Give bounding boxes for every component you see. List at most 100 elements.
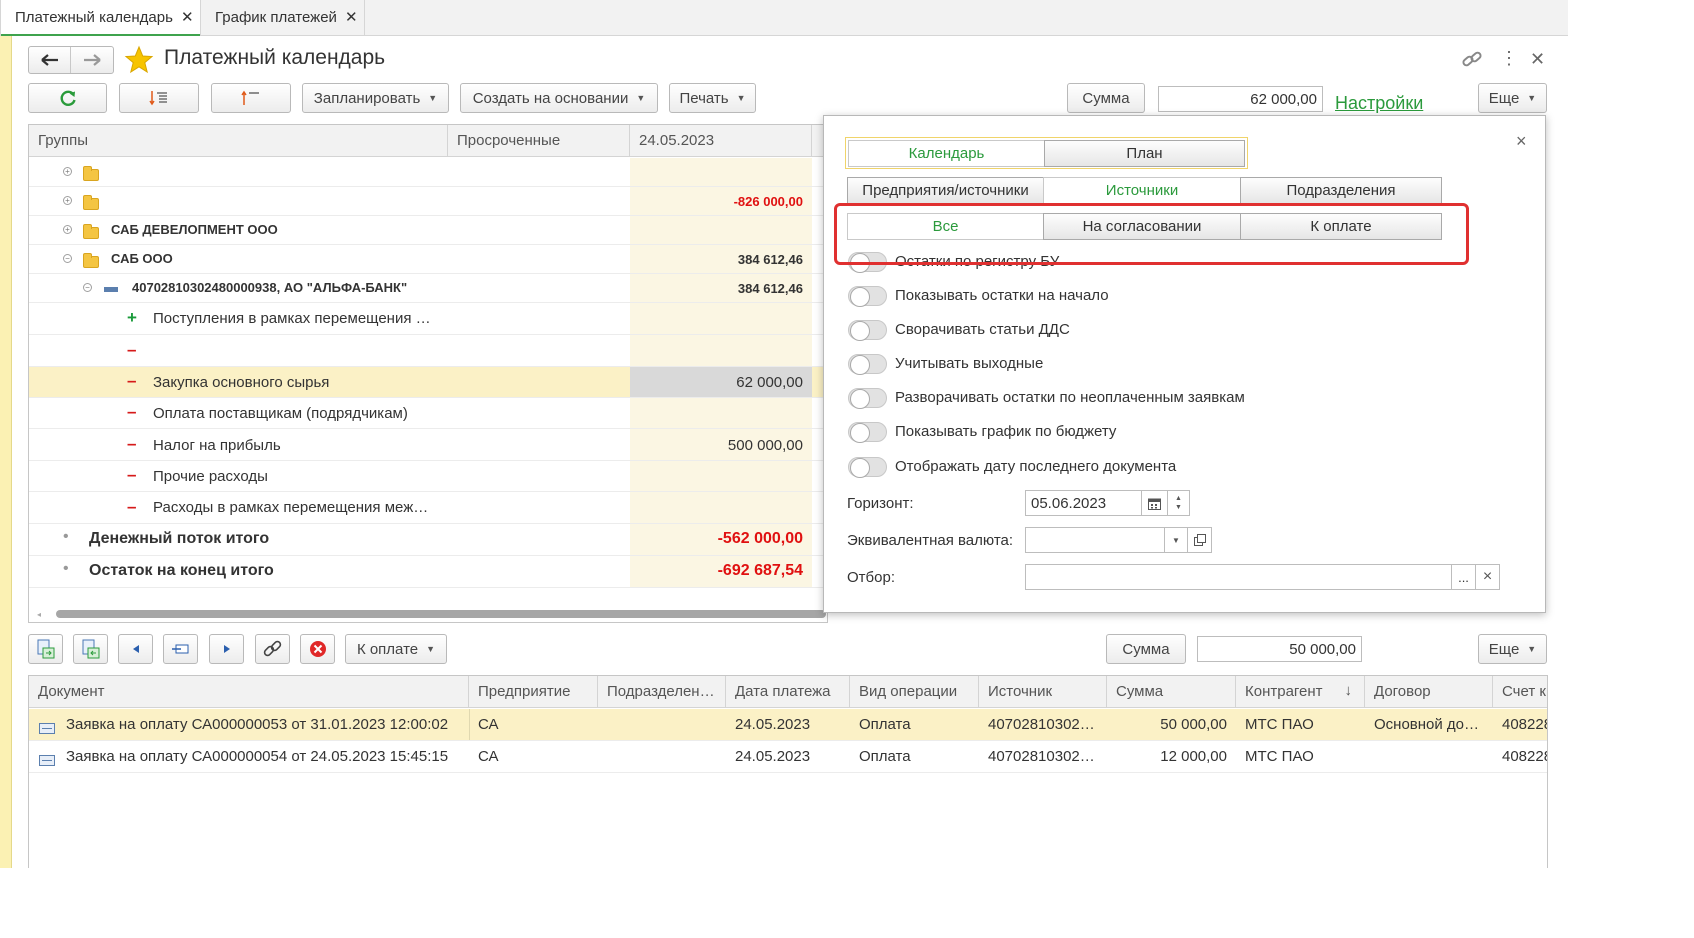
row-name: САБ ДЕВЕЛОПМЕНТ ООО (111, 222, 278, 237)
contract: Основной до… (1374, 716, 1480, 733)
tab-calendar[interactable]: Календарь (848, 140, 1045, 167)
dropdown-arrow-icon[interactable]: ▼ (1164, 527, 1188, 553)
to-pay-filter-button[interactable]: К оплате ▼ (345, 634, 447, 664)
table-row[interactable]: – Налог на прибыль 500 000,00 (29, 429, 827, 461)
link-button[interactable] (255, 634, 290, 664)
horizontal-scrollbar[interactable] (56, 610, 826, 618)
star-icon[interactable] (124, 45, 154, 75)
close-icon[interactable]: ✕ (181, 9, 194, 26)
column-header-groups[interactable]: Группы (29, 125, 448, 157)
calendar-icon[interactable] (1141, 490, 1168, 516)
horizon-label: Горизонт: (847, 495, 914, 512)
doc-export-button[interactable] (73, 634, 108, 664)
sum-button[interactable]: Сумма (1106, 634, 1186, 664)
cancel-icon (309, 641, 326, 657)
collapse-icon[interactable]: − (83, 283, 92, 292)
expand-icon[interactable]: + (63, 167, 72, 176)
more-vertical-icon[interactable]: ⋮ (1500, 49, 1518, 68)
horizon-date-input[interactable]: 05.06.2023 (1025, 490, 1142, 516)
column-header-date[interactable]: 24.05.2023 (630, 125, 812, 157)
column-header-operation[interactable]: Вид операции (850, 676, 979, 708)
filter-input[interactable] (1025, 564, 1452, 590)
tab-payment-calendar[interactable]: Платежный календарь ✕ (0, 0, 201, 36)
table-row[interactable]: + САБ ДЕВЕЛОПМЕНТ ООО (29, 216, 827, 245)
table-row[interactable]: – (29, 335, 827, 367)
arrow-right-icon[interactable] (71, 47, 113, 73)
arrow-left-icon[interactable] (29, 47, 71, 73)
toggle-budget-chart[interactable] (848, 422, 887, 443)
toggle-label: Разворачивать остатки по неоплаченным за… (895, 389, 1245, 406)
table-row-total[interactable]: • Денежный поток итого -562 000,00 (29, 524, 827, 556)
close-icon[interactable]: ✕ (1530, 49, 1546, 69)
table-row[interactable]: Заявка на оплату СА000000054 от 24.05.20… (29, 741, 1547, 773)
enterprise: СА (478, 748, 499, 765)
folder-icon (83, 166, 99, 181)
collapse-icon[interactable]: − (63, 254, 72, 263)
tab-sources[interactable]: Источники (1043, 177, 1241, 204)
column-header-document[interactable]: Документ (29, 676, 469, 708)
open-icon[interactable] (1187, 527, 1212, 553)
next-button[interactable] (209, 634, 244, 664)
tab-plan[interactable]: План (1044, 140, 1245, 167)
tab-label: График платежей (215, 9, 337, 26)
column-header-department[interactable]: Подразделен… (598, 676, 726, 708)
prev-button[interactable] (118, 634, 153, 664)
toggle-weekends[interactable] (848, 354, 887, 375)
more-button[interactable]: Еще ▼ (1478, 83, 1547, 113)
table-row[interactable]: − 40702810302480000938, АО "АЛЬФА-БАНК" … (29, 274, 827, 303)
column-header-overdue[interactable]: Просроченные (448, 125, 630, 157)
table-row[interactable]: + Поступления в рамках перемещения … (29, 303, 827, 335)
select-button[interactable]: ... (1451, 564, 1476, 590)
sum-field[interactable]: 50 000,00 (1197, 636, 1362, 662)
currency-input[interactable] (1025, 527, 1165, 553)
expand-icon[interactable]: + (63, 225, 72, 234)
create-based-on-button[interactable]: Создать на основании ▼ (460, 83, 658, 113)
sort-down-icon[interactable]: ↓ (1345, 682, 1353, 699)
plan-button[interactable]: Запланировать ▼ (302, 83, 449, 113)
table-row-selected[interactable]: – Закупка основного сырья 62 000,00 (29, 367, 827, 398)
delete-button[interactable] (300, 634, 335, 664)
scroll-left-icon[interactable]: ◂ (37, 611, 43, 619)
expand-icon[interactable]: + (63, 196, 72, 205)
toggle-collapse-dds[interactable] (848, 320, 887, 341)
row-name: Закупка основного сырья (153, 374, 330, 391)
counterparty: МТС ПАО (1245, 748, 1314, 765)
toggle-show-opening[interactable] (848, 286, 887, 307)
table-row[interactable]: + -826 000,00 (29, 187, 827, 216)
link-icon[interactable] (1461, 49, 1483, 69)
column-header-enterprise[interactable]: Предприятие (469, 676, 598, 708)
table-row-total[interactable]: • Остаток на конец итого -692 687,54 (29, 556, 827, 588)
print-button[interactable]: Печать ▼ (669, 83, 756, 113)
tab-departments[interactable]: Подразделения (1240, 177, 1442, 204)
tab-payment-schedule[interactable]: График платежей ✕ (201, 0, 365, 36)
date-value: 500 000,00 (727, 437, 803, 454)
table-row[interactable]: – Расходы в рамках перемещения меж… (29, 492, 827, 524)
refresh-button[interactable] (28, 83, 107, 113)
sum-button[interactable]: Сумма (1067, 83, 1145, 113)
collapse-all-button[interactable] (211, 83, 291, 113)
column-header-source[interactable]: Источник (979, 676, 1107, 708)
column-header-account[interactable]: Счет к (1493, 676, 1547, 708)
table-row[interactable]: – Оплата поставщикам (подрядчикам) (29, 398, 827, 429)
toggle-unpaid-requests[interactable] (848, 388, 887, 409)
column-header-sum[interactable]: Сумма (1107, 676, 1236, 708)
tab-enterprises-sources[interactable]: Предприятия/источники (847, 177, 1044, 204)
doc-import-button[interactable] (28, 634, 63, 664)
column-header-payment-date[interactable]: Дата платежа (726, 676, 850, 708)
spinner-icon[interactable]: ▲ ▼ (1167, 490, 1190, 516)
table-row[interactable]: – Прочие расходы (29, 461, 827, 492)
expand-all-button[interactable] (119, 83, 199, 113)
toggle-last-doc-date[interactable] (848, 457, 887, 478)
table-row[interactable]: + (29, 158, 827, 187)
table-row-selected[interactable]: Заявка на оплату СА000000053 от 31.01.20… (29, 709, 1547, 741)
close-icon[interactable]: ✕ (345, 9, 358, 26)
sum-field[interactable]: 62 000,00 (1158, 86, 1323, 112)
column-header-counterparty[interactable]: Контрагент ↓ (1236, 676, 1365, 708)
more-button[interactable]: Еще ▼ (1478, 634, 1547, 664)
clear-icon[interactable]: × (1475, 564, 1500, 590)
column-header-contract[interactable]: Договор (1365, 676, 1493, 708)
settings-link[interactable]: Настройки (1335, 93, 1423, 114)
split-button[interactable] (163, 634, 198, 664)
popup-close-icon[interactable]: × (1516, 131, 1527, 152)
table-row[interactable]: − САБ ООО 384 612,46 (29, 245, 827, 274)
